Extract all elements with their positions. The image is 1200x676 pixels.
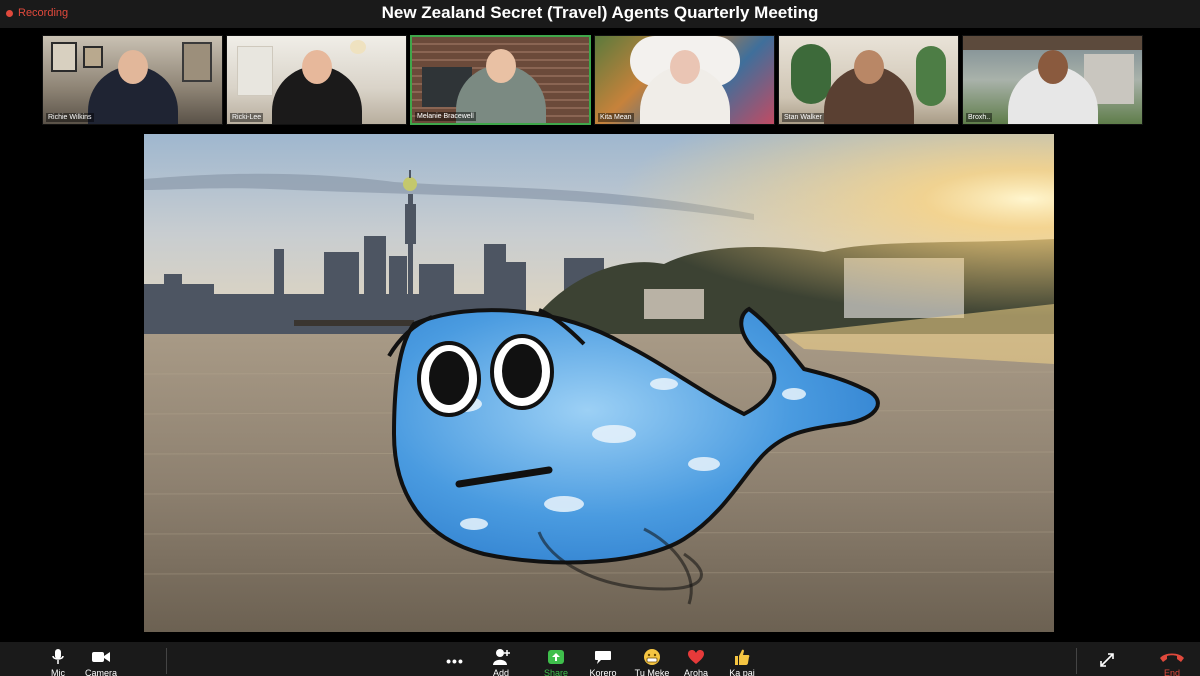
grimace-emoji-icon [643,646,661,668]
aroha-button[interactable]: Aroha [674,646,718,676]
hang-up-phone-icon [1159,646,1185,668]
meeting-toolbar: Mic Camera ••• Add Share Korero Tu Meke [0,642,1200,676]
participant-name: Broxh.. [966,113,993,122]
camera-label: Camera [84,668,117,676]
main-video [144,134,1054,632]
tu-meke-button[interactable]: Tu Meke [630,646,674,676]
participant-name: Melanie Bracewell [415,112,476,121]
fullscreen-button[interactable] [1085,646,1129,668]
add-participant-button[interactable]: Add [479,646,523,676]
ka-pai-label: Ka pai [729,668,755,676]
participant-name: Kita Mean [598,113,634,122]
expand-arrows-icon [1099,646,1115,668]
mic-button[interactable]: Mic [36,646,80,676]
korero-label: Korero [589,668,617,676]
more-button[interactable]: ••• [433,646,477,669]
participant-tile[interactable]: Broxh.. [962,35,1143,125]
participant-tile-active[interactable]: Melanie Bracewell [410,35,591,125]
share-button[interactable]: Share [534,646,578,676]
more-dots-icon: ••• [446,653,464,669]
camera-button[interactable]: Camera [79,646,123,676]
share-label: Share [543,668,569,676]
participant-tile[interactable]: Stan Walker [778,35,959,125]
participant-strip: Richie Wilkins Ricki-Lee Melanie Bracewe… [42,35,1143,125]
toolbar-divider [166,648,167,674]
participant-name: Richie Wilkins [46,113,94,122]
toolbar-divider [1076,648,1077,674]
meeting-title: New Zealand Secret (Travel) Agents Quart… [381,3,819,22]
aroha-label: Aroha [683,668,709,676]
participant-name: Stan Walker [782,113,824,122]
active-speaker-video [144,134,1054,632]
tu-meke-label: Tu Meke [634,668,670,676]
heart-icon [687,646,705,668]
participant-tile[interactable]: Ricki-Lee [226,35,407,125]
chat-bubble-icon [594,646,612,668]
participant-tile[interactable]: Kita Mean [594,35,775,125]
thumbs-up-icon [733,646,751,668]
participant-tile[interactable]: Richie Wilkins [42,35,223,125]
title-bar: Recording New Zealand Secret (Travel) Ag… [0,0,1200,28]
participant-name: Ricki-Lee [230,113,264,122]
mic-label: Mic [51,668,65,676]
add-person-icon [492,646,510,668]
share-screen-icon [547,646,565,668]
add-label: Add [492,668,509,676]
video-camera-icon [91,646,111,668]
ka-pai-button[interactable]: Ka pai [720,646,764,676]
end-label: End [1163,668,1180,676]
microphone-icon [51,646,65,668]
korero-button[interactable]: Korero [581,646,625,676]
end-call-button[interactable]: End [1150,646,1194,676]
